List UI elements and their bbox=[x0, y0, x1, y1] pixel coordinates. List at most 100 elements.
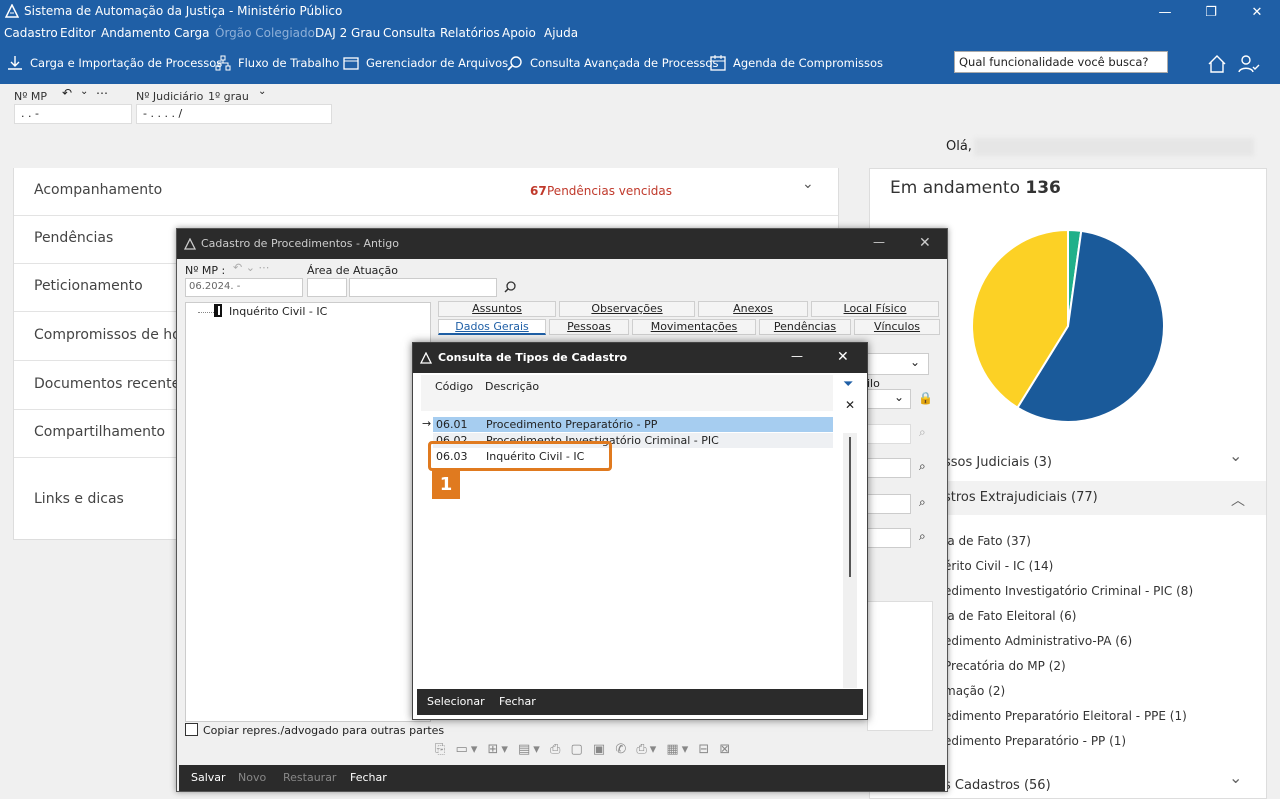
menu-ajuda[interactable]: Ajuda bbox=[544, 26, 578, 40]
status-item[interactable]: ia de Fato (37) bbox=[944, 534, 1031, 548]
menu-relatorios[interactable]: Relatórios bbox=[440, 26, 500, 40]
status-item[interactable]: érito Civil - IC (14) bbox=[944, 559, 1053, 573]
clear-filter-icon[interactable]: ✕ bbox=[845, 398, 855, 412]
text-area[interactable] bbox=[867, 601, 933, 731]
field-input[interactable] bbox=[867, 494, 911, 514]
menu-andamento[interactable]: Andamento bbox=[101, 26, 171, 40]
col-desc-header[interactable]: Descrição bbox=[485, 380, 539, 393]
toolbar-carga[interactable]: Carga e Importação de Processos bbox=[6, 54, 222, 72]
close-icon: ✕ bbox=[1251, 4, 1263, 20]
search-icon[interactable]: ⌕ bbox=[919, 495, 926, 510]
menu-consulta[interactable]: Consulta bbox=[383, 26, 436, 40]
menu-orgao-colegiado[interactable]: Órgão Colegiado bbox=[215, 26, 315, 40]
salvar-button[interactable]: Salvar bbox=[191, 771, 226, 784]
status-item[interactable]: ia de Fato Eleitoral (6) bbox=[944, 609, 1076, 623]
close-button[interactable]: ✕ bbox=[1234, 0, 1280, 24]
search-icon[interactable]: ⌕ bbox=[919, 459, 926, 474]
tab-movimentacoes[interactable]: Movimentações bbox=[632, 319, 756, 335]
chevron-down-icon[interactable]: ⌄ bbox=[80, 86, 88, 97]
dropdown-field[interactable]: ⌄ bbox=[867, 389, 911, 409]
grau-dropdown-icon[interactable]: ⌄ bbox=[258, 86, 266, 97]
novo-button[interactable]: Novo bbox=[238, 771, 266, 784]
minimize-button[interactable]: — bbox=[1142, 0, 1188, 24]
tab-dados-gerais[interactable]: Dados Gerais bbox=[438, 319, 546, 335]
filter-icon[interactable]: ⏷ bbox=[843, 377, 853, 392]
section-judiciais[interactable]: ssos Judiciais (3) bbox=[944, 455, 1052, 470]
area-desc-input[interactable] bbox=[349, 278, 497, 297]
minimize-icon[interactable]: — bbox=[873, 235, 885, 249]
chevron-down-icon[interactable]: ⌄ bbox=[1229, 768, 1242, 787]
menu-carga[interactable]: Carga bbox=[174, 26, 209, 40]
undo-icon[interactable]: ↶ ⌄ ⋯ bbox=[233, 261, 269, 274]
status-item[interactable]: edimento Administrativo-PA (6) bbox=[944, 634, 1132, 648]
copy-checkbox[interactable] bbox=[185, 723, 198, 736]
restore-button[interactable]: ❐ bbox=[1188, 0, 1234, 24]
tab-pessoas[interactable]: Pessoas bbox=[549, 319, 629, 335]
field-input[interactable] bbox=[867, 424, 911, 444]
search-icon[interactable] bbox=[503, 280, 517, 294]
toolbar-consulta[interactable]: Consulta Avançada de Processos bbox=[506, 54, 718, 72]
grid-scrollbar[interactable] bbox=[843, 433, 857, 688]
menu-editor[interactable]: Editor bbox=[60, 26, 96, 40]
tab-assuntos[interactable]: Assuntos bbox=[438, 301, 556, 317]
chevron-down-icon: ⌄ bbox=[910, 355, 921, 369]
close-icon[interactable]: ✕ bbox=[837, 349, 849, 365]
win2-button-bar: Selecionar Fechar bbox=[417, 689, 863, 715]
tab-anexos[interactable]: Anexos bbox=[698, 301, 808, 317]
status-item[interactable]: Precatória do MP (2) bbox=[944, 659, 1066, 673]
toolbar-agenda[interactable]: Agenda de Compromissos bbox=[709, 54, 883, 72]
field-input[interactable] bbox=[867, 528, 911, 548]
col-code-header[interactable]: Código bbox=[435, 380, 473, 393]
table-row[interactable]: 06.01 Procedimento Preparatório - PP bbox=[433, 417, 833, 432]
tree-item[interactable]: Inquérito Civil - IC bbox=[229, 305, 327, 318]
menu-cadastro[interactable]: Cadastro bbox=[4, 26, 58, 40]
chevron-up-icon[interactable]: ︿ bbox=[1231, 490, 1245, 510]
win1-title: Cadastro de Procedimentos - Antigo bbox=[201, 237, 400, 250]
grid-header bbox=[421, 375, 833, 411]
toolbar-gerenciador[interactable]: Gerenciador de Arquivos bbox=[342, 54, 508, 72]
tab-pendencias[interactable]: Pendências bbox=[759, 319, 851, 335]
area-code-input[interactable] bbox=[307, 278, 347, 297]
fechar-button[interactable]: Fechar bbox=[350, 771, 387, 784]
acc-compartilhamento-label: Compartilhamento bbox=[34, 424, 166, 440]
win1-titlebar: Cadastro de Procedimentos - Antigo — ✕ bbox=[177, 229, 947, 259]
win2-fechar-button[interactable]: Fechar bbox=[499, 695, 536, 708]
dropdown-field[interactable]: ⌄ bbox=[867, 353, 929, 375]
home-icon[interactable] bbox=[1206, 53, 1228, 75]
minimize-icon[interactable]: — bbox=[791, 349, 803, 363]
njud-input[interactable]: - . . . . / bbox=[136, 104, 332, 124]
area-label: Área de Atuação bbox=[307, 264, 398, 277]
status-item[interactable]: mação (2) bbox=[944, 684, 1005, 698]
search-icon[interactable]: ⌕ bbox=[919, 425, 926, 440]
procedure-tree: Inquérito Civil - IC bbox=[185, 302, 431, 722]
scroll-thumb[interactable] bbox=[849, 437, 851, 577]
nmp-input[interactable]: . . - bbox=[14, 104, 132, 124]
calendar-icon bbox=[710, 55, 726, 71]
undo-icon[interactable]: ↶ bbox=[62, 86, 72, 100]
action-icons-toolbar[interactable]: ⎘ ▭▾ ⊞▾ ▤▾ ⎙ ▢ ▣ ✆ ⎙▾ ▦▾ ⊟ ⊠ bbox=[435, 742, 733, 757]
tab-local-fisico[interactable]: Local Físico bbox=[811, 301, 939, 317]
menu-daj[interactable]: DAJ 2 Grau bbox=[315, 26, 380, 40]
search-icon[interactable]: ⌕ bbox=[919, 529, 926, 544]
close-icon[interactable]: ✕ bbox=[919, 235, 931, 251]
chevron-down-icon[interactable]: ⌄ bbox=[1229, 446, 1242, 465]
status-item[interactable]: edimento Preparatório Eleitoral - PPE (1… bbox=[944, 709, 1187, 723]
win1-nmp-input[interactable]: 06.2024. - bbox=[185, 278, 303, 297]
status-item[interactable]: edimento Investigatório Criminal - PIC (… bbox=[944, 584, 1193, 598]
tab-observacoes[interactable]: Observações bbox=[559, 301, 695, 317]
section-cadastros[interactable]: s Cadastros (56) bbox=[944, 778, 1051, 793]
tab-vinculos[interactable]: Vínculos bbox=[854, 319, 940, 335]
acc-acompanhamento[interactable]: Acompanhamento 67 Pendências vencidas ⌄ bbox=[14, 168, 838, 216]
menu-apoio[interactable]: Apoio bbox=[502, 26, 536, 40]
section-extrajudiciais[interactable]: stros Extrajudiciais (77) bbox=[944, 490, 1098, 505]
feature-search-input[interactable]: Qual funcionalidade você busca? bbox=[954, 51, 1168, 73]
more-icon[interactable]: ⋯ bbox=[96, 86, 108, 100]
field-input[interactable] bbox=[867, 458, 911, 478]
restaurar-button[interactable]: Restaurar bbox=[283, 771, 336, 784]
status-item[interactable]: edimento Preparatório - PP (1) bbox=[944, 734, 1126, 748]
chevron-down-icon[interactable]: ⌄ bbox=[802, 176, 814, 192]
greeting: Olá, bbox=[946, 139, 972, 154]
user-profile-icon[interactable] bbox=[1236, 53, 1260, 75]
toolbar-fluxo[interactable]: Fluxo de Trabalho bbox=[214, 54, 339, 72]
selecionar-button[interactable]: Selecionar bbox=[427, 695, 485, 708]
